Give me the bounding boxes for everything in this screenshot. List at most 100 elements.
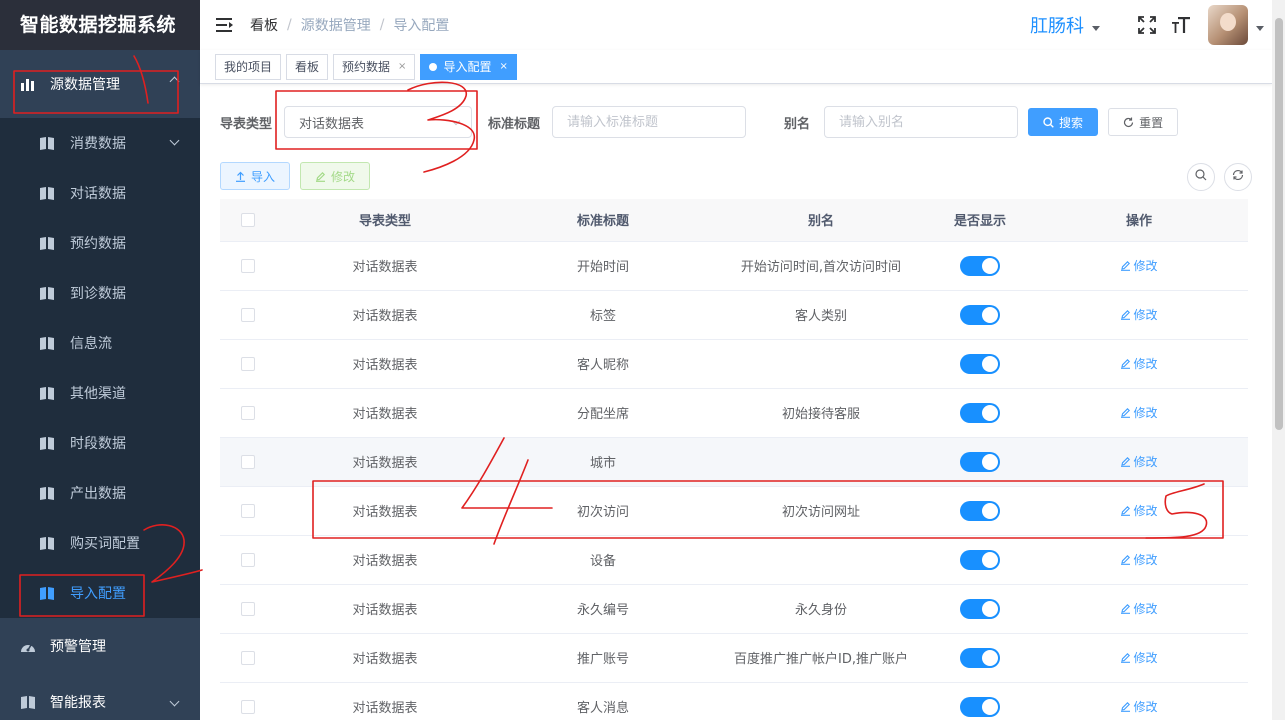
user-avatar[interactable] xyxy=(1208,5,1248,45)
cell-alias: 初始接待客服 xyxy=(712,388,930,438)
search-toggle-button[interactable] xyxy=(1187,163,1215,191)
cell-type: 对话数据表 xyxy=(276,633,494,683)
alias-input[interactable] xyxy=(824,106,1019,138)
department-name: 肛肠科 xyxy=(1030,16,1084,37)
book-icon xyxy=(40,286,54,300)
sidebar-menu-alerts[interactable]: 预警管理 xyxy=(0,618,200,674)
tag-import-config[interactable]: 导入配置 × xyxy=(420,53,517,80)
page-scrollbar[interactable] xyxy=(1272,0,1285,720)
sidebar-item-keywords[interactable]: 购买词配置 xyxy=(0,518,200,568)
caret-down-icon[interactable] xyxy=(1256,25,1264,31)
scrollbar-thumb[interactable] xyxy=(1275,18,1283,430)
column-header: 操作 xyxy=(1030,199,1248,242)
upload-icon xyxy=(235,171,246,182)
book-icon xyxy=(40,536,54,550)
type-select[interactable]: 对话数据表 xyxy=(284,106,473,138)
cell-alias: 客人类别 xyxy=(712,290,930,340)
table-row: 对话数据表 客人消息 修改 xyxy=(220,682,1248,720)
show-toggle[interactable] xyxy=(960,304,1000,325)
row-edit-link[interactable]: 修改 xyxy=(1120,257,1158,274)
row-checkbox[interactable] xyxy=(241,503,255,518)
header-right: 肛肠科 xyxy=(1030,0,1272,50)
chevron-up-icon xyxy=(169,76,180,87)
breadcrumb-item[interactable]: 看板 xyxy=(250,15,278,35)
top-navbar: 看板 / 源数据管理 / 导入配置 肛肠科 xyxy=(200,0,1272,50)
show-toggle[interactable] xyxy=(960,598,1000,619)
toolbar: 导入 修改 xyxy=(220,162,371,190)
row-edit-link[interactable]: 修改 xyxy=(1120,698,1158,715)
sidebar: 智能数据挖掘系统 源数据管理 消费数据 对话数据 预约数据 到诊数据 信息流 其… xyxy=(0,0,200,720)
close-icon[interactable]: × xyxy=(398,61,406,72)
show-toggle[interactable] xyxy=(960,353,1000,374)
row-checkbox[interactable] xyxy=(241,454,255,469)
tag-my-project[interactable]: 我的项目 xyxy=(215,53,282,80)
sidebar-item-output[interactable]: 产出数据 xyxy=(0,468,200,518)
show-toggle[interactable] xyxy=(960,647,1000,668)
caret-down-icon xyxy=(1092,25,1100,31)
sidebar-item-appointment[interactable]: 预约数据 xyxy=(0,218,200,268)
row-edit-link[interactable]: 修改 xyxy=(1120,306,1158,323)
show-toggle[interactable] xyxy=(960,255,1000,276)
cell-alias xyxy=(712,437,930,487)
column-header: 导表类型 xyxy=(276,199,494,242)
sidebar-menu-source-data[interactable]: 源数据管理 xyxy=(0,50,200,118)
row-edit-link[interactable]: 修改 xyxy=(1120,502,1158,519)
sidebar-item-consumption[interactable]: 消费数据 xyxy=(0,118,200,168)
sidebar-item-label: 信息流 xyxy=(70,336,112,352)
sidebar-item-label: 对话数据 xyxy=(70,186,126,202)
cell-alias: 百度推广推广帐户ID,推广账户 xyxy=(712,633,930,683)
row-edit-link[interactable]: 修改 xyxy=(1120,355,1158,372)
cell-alias xyxy=(712,535,930,585)
sidebar-menu-label: 智能报表 xyxy=(50,695,106,711)
hamburger-icon[interactable] xyxy=(200,0,250,50)
show-toggle[interactable] xyxy=(960,500,1000,521)
row-checkbox[interactable] xyxy=(241,405,255,420)
chevron-down-icon xyxy=(169,696,180,707)
title-label: 标准标题 xyxy=(488,116,541,132)
show-toggle[interactable] xyxy=(960,549,1000,570)
show-toggle[interactable] xyxy=(960,451,1000,472)
sidebar-item-visit[interactable]: 到诊数据 xyxy=(0,268,200,318)
edit-icon xyxy=(1120,407,1131,418)
reset-button[interactable]: 重置 xyxy=(1108,108,1179,136)
row-checkbox[interactable] xyxy=(241,552,255,567)
close-icon[interactable]: × xyxy=(499,61,507,72)
sidebar-item-label: 消费数据 xyxy=(70,136,126,152)
tag-dashboard[interactable]: 看板 xyxy=(286,53,329,80)
row-checkbox[interactable] xyxy=(241,356,255,371)
sidebar-item-label: 产出数据 xyxy=(70,486,126,502)
alias-label: 别名 xyxy=(784,116,811,132)
department-dropdown[interactable]: 肛肠科 xyxy=(1030,12,1100,38)
show-toggle[interactable] xyxy=(960,696,1000,717)
row-checkbox[interactable] xyxy=(241,601,255,616)
sidebar-item-dialog[interactable]: 对话数据 xyxy=(0,168,200,218)
fullscreen-icon[interactable] xyxy=(1136,14,1158,36)
sidebar-item-import-config[interactable]: 导入配置 xyxy=(0,568,200,618)
row-edit-link[interactable]: 修改 xyxy=(1120,551,1158,568)
select-all-checkbox[interactable] xyxy=(241,212,255,227)
sidebar-item-other-channels[interactable]: 其他渠道 xyxy=(0,368,200,418)
sidebar-item-timeslot[interactable]: 时段数据 xyxy=(0,418,200,468)
row-checkbox[interactable] xyxy=(241,307,255,322)
row-checkbox[interactable] xyxy=(241,650,255,665)
sidebar-menu-reports[interactable]: 智能报表 xyxy=(0,674,200,720)
sidebar-item-label: 购买词配置 xyxy=(70,536,140,552)
import-button[interactable]: 导入 xyxy=(220,162,291,190)
table-row: 对话数据表 客人昵称 修改 xyxy=(220,339,1248,389)
row-checkbox[interactable] xyxy=(241,699,255,714)
row-edit-link[interactable]: 修改 xyxy=(1120,404,1158,421)
row-checkbox[interactable] xyxy=(241,258,255,273)
edit-button[interactable]: 修改 xyxy=(300,162,371,190)
tag-appointment-data[interactable]: 预约数据 × xyxy=(333,53,416,80)
sidebar-item-label: 导入配置 xyxy=(70,586,126,602)
sidebar-item-feed[interactable]: 信息流 xyxy=(0,318,200,368)
row-edit-link[interactable]: 修改 xyxy=(1120,600,1158,617)
refresh-button[interactable] xyxy=(1224,163,1252,191)
show-toggle[interactable] xyxy=(960,402,1000,423)
row-edit-link[interactable]: 修改 xyxy=(1120,453,1158,470)
column-header: 标准标题 xyxy=(494,199,712,242)
row-edit-link[interactable]: 修改 xyxy=(1120,649,1158,666)
search-button[interactable]: 搜索 xyxy=(1028,108,1099,136)
title-input[interactable] xyxy=(552,106,747,138)
font-size-icon[interactable] xyxy=(1170,14,1192,36)
